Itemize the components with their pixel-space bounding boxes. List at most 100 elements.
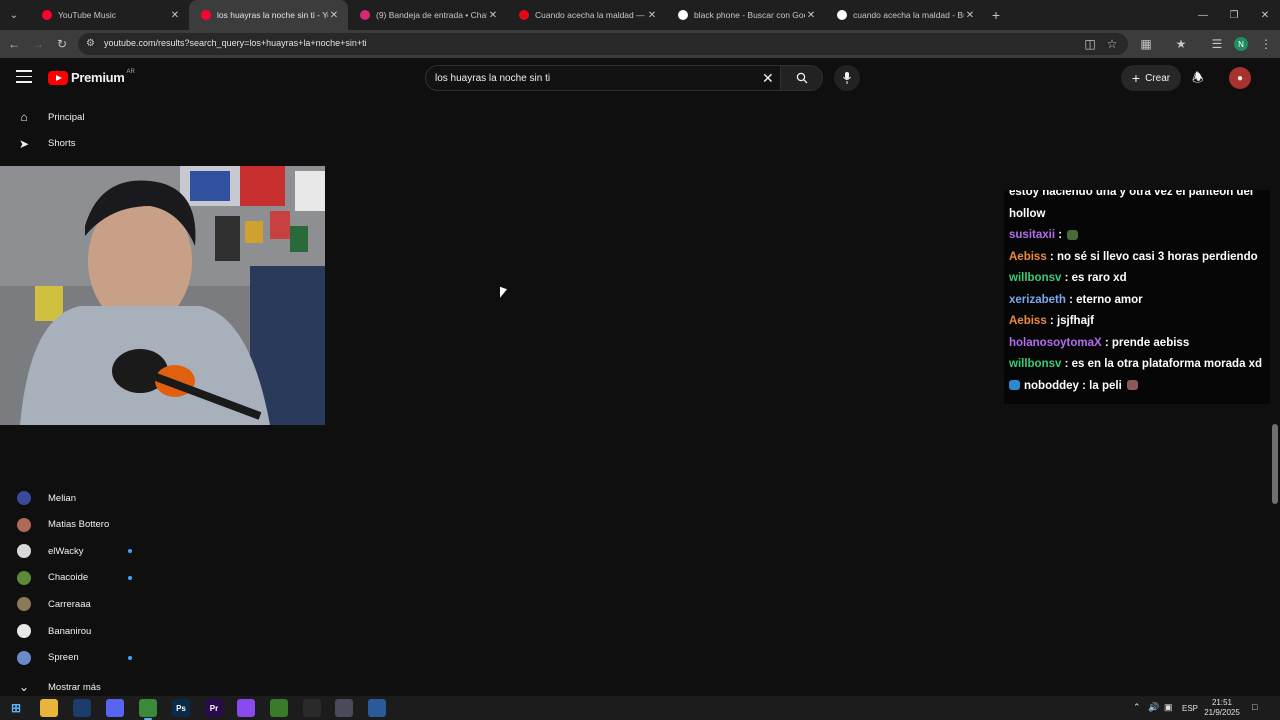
chat-emote-icon (1126, 380, 1138, 391)
address-bar[interactable]: ⚙ youtube.com/results?search_query=los+h… (78, 33, 1128, 55)
channel-avatar (17, 597, 31, 612)
minecraft-icon[interactable] (270, 699, 288, 717)
notification-center-icon[interactable]: □ (1252, 702, 1257, 712)
refresh-app-icon[interactable] (368, 699, 386, 717)
subscription-item[interactable]: Bananirou (0, 618, 150, 644)
notifications-bell-icon[interactable]: 🕭 (1192, 69, 1204, 91)
extensions-puzzle-icon[interactable]: ▦ (1136, 34, 1156, 54)
create-button[interactable]: + Crear (1121, 65, 1181, 91)
voice-search-button[interactable] (834, 65, 860, 91)
chat-text: : es en la otra plataforma morada xd (1061, 358, 1263, 370)
channel-avatar (17, 570, 31, 585)
obs-icon[interactable] (303, 699, 321, 717)
install-app-icon[interactable]: ◫ (1080, 34, 1100, 54)
chat-text: : no sé si llevo casi 3 horas perdiendo (1046, 250, 1258, 263)
channel-avatar (17, 650, 31, 665)
page-scrollbar-thumb[interactable] (1272, 424, 1278, 504)
close-tab-icon[interactable]: ✕ (646, 10, 658, 21)
page-scrollbar-track[interactable] (1270, 58, 1280, 696)
new-content-dot (128, 549, 132, 554)
shorts-icon: ➤ (18, 136, 30, 151)
youtube-premium-logo[interactable]: Premium AR (48, 69, 135, 85)
forward-arrow-icon[interactable]: → (28, 34, 48, 54)
youtube-music-icon (42, 10, 52, 20)
discord-icon[interactable] (106, 699, 124, 717)
restore-icon[interactable]: ❐ (1219, 0, 1249, 30)
reload-icon[interactable]: ↻ (52, 34, 72, 54)
volume-icon[interactable]: 🔊 (1148, 702, 1159, 713)
channel-avatar (17, 517, 31, 532)
tab-title: los huayras la noche sin ti - You (217, 10, 328, 20)
subscription-item[interactable]: Spreen (0, 645, 150, 671)
language-indicator[interactable]: ESP (1182, 704, 1198, 713)
bookmark-star-icon[interactable]: ☆ (1102, 34, 1122, 54)
clear-search-icon[interactable]: ✕ (762, 70, 774, 87)
tab-title: Cuando acecha la maldad — N (535, 10, 646, 20)
subscription-item[interactable]: Chacoide (0, 565, 150, 591)
google-icon (837, 10, 847, 20)
browser-tab[interactable]: Cuando acecha la maldad — N ✕ (507, 0, 666, 30)
tab-title: (9) Bandeja de entrada • Chats (376, 10, 487, 20)
sidebar-item-principal[interactable]: ⌂ Principal (0, 104, 150, 130)
youtube-masthead: Premium AR los huayras la noche sin ti ✕… (0, 58, 1270, 98)
app-window-icon[interactable] (335, 699, 353, 717)
profile-avatar[interactable]: N (1231, 34, 1251, 54)
account-avatar[interactable]: ● (1229, 67, 1251, 89)
network-icon[interactable]: ▣ (1164, 702, 1173, 713)
browser-tab[interactable]: cuando acecha la maldad - Bus ✕ (825, 0, 984, 30)
chat-emote-icon (1067, 229, 1079, 240)
chat-message: willbonsv : es raro xd (1009, 272, 1127, 284)
close-tab-icon[interactable]: ✕ (328, 10, 340, 21)
chevron-down-icon: ⌄ (18, 680, 30, 694)
google-icon (678, 10, 688, 20)
search-box[interactable]: los huayras la noche sin ti ✕ (425, 65, 823, 91)
chat-message: susitaxii : (1009, 229, 1079, 241)
browser-tab[interactable]: los huayras la noche sin ti - You ✕ (189, 0, 348, 30)
close-tab-icon[interactable]: ✕ (487, 10, 499, 21)
subscription-item[interactable]: elWacky (0, 538, 150, 564)
premiere-icon[interactable]: Pr (205, 699, 223, 717)
photoshop-icon[interactable]: Ps (172, 699, 190, 717)
hamburger-menu-icon[interactable] (16, 70, 32, 84)
tab-title: cuando acecha la maldad - Bus (853, 10, 964, 20)
subscription-item[interactable]: Melian (0, 485, 150, 511)
podcast-app-icon[interactable] (237, 699, 255, 717)
media-controls-icon[interactable]: ☰ (1207, 34, 1227, 54)
close-tab-icon[interactable]: ✕ (805, 10, 817, 21)
tab-search-chevron-icon[interactable]: ⌄ (3, 4, 25, 26)
youtube-play-icon (48, 70, 68, 85)
close-window-icon[interactable]: ✕ (1250, 0, 1280, 30)
minimize-icon[interactable]: — (1188, 0, 1218, 30)
new-content-dot (128, 575, 132, 580)
browser-tab[interactable]: (9) Bandeja de entrada • Chats ✕ (348, 0, 507, 30)
subscription-item[interactable]: Carreraaa (0, 591, 150, 617)
close-tab-icon[interactable]: ✕ (964, 10, 976, 21)
chat-text: : eterno amor (1065, 293, 1143, 306)
clock[interactable]: 21:51 21/9/2025 (1200, 698, 1244, 718)
back-arrow-icon[interactable]: ← (4, 34, 24, 54)
steam-icon[interactable] (73, 699, 91, 717)
chat-message: xerizabeth : eterno amor (1009, 294, 1143, 306)
chat-message: willbonsv : es en la otra plataforma mor… (1009, 358, 1262, 370)
bookmarks-icon[interactable]: ★ (1171, 34, 1191, 54)
browser-tab[interactable]: YouTube Music ✕ (30, 0, 189, 30)
chat-username: xerizabeth (1009, 293, 1066, 306)
search-input[interactable]: los huayras la noche sin ti (435, 73, 550, 84)
stream-chat-overlay: estoy haciendo una y otra vez el panteon… (1004, 190, 1270, 404)
chat-text: : (1055, 229, 1066, 241)
file-explorer-icon[interactable] (40, 699, 58, 717)
new-tab-plus-icon[interactable]: + (984, 7, 1008, 23)
windows-start-icon[interactable]: ⊞ (7, 699, 25, 717)
chat-text: : es raro xd (1061, 272, 1127, 284)
browser-tab[interactable]: black phone - Buscar con Goog ✕ (666, 0, 825, 30)
chrome-icon[interactable] (139, 699, 157, 720)
subscription-item[interactable]: Matias Bottero (0, 512, 150, 538)
close-tab-icon[interactable]: ✕ (169, 10, 181, 21)
sidebar-item-shorts[interactable]: ➤ Shorts (0, 131, 150, 157)
search-button[interactable] (780, 66, 822, 90)
chat-badge-icon (1009, 380, 1020, 391)
menu-kebab-icon[interactable]: ⋮ (1256, 34, 1276, 54)
chat-text: hollow (1009, 207, 1046, 220)
site-info-icon[interactable]: ⚙ (86, 38, 95, 49)
tray-chevron-icon[interactable]: ⌃ (1133, 702, 1141, 713)
